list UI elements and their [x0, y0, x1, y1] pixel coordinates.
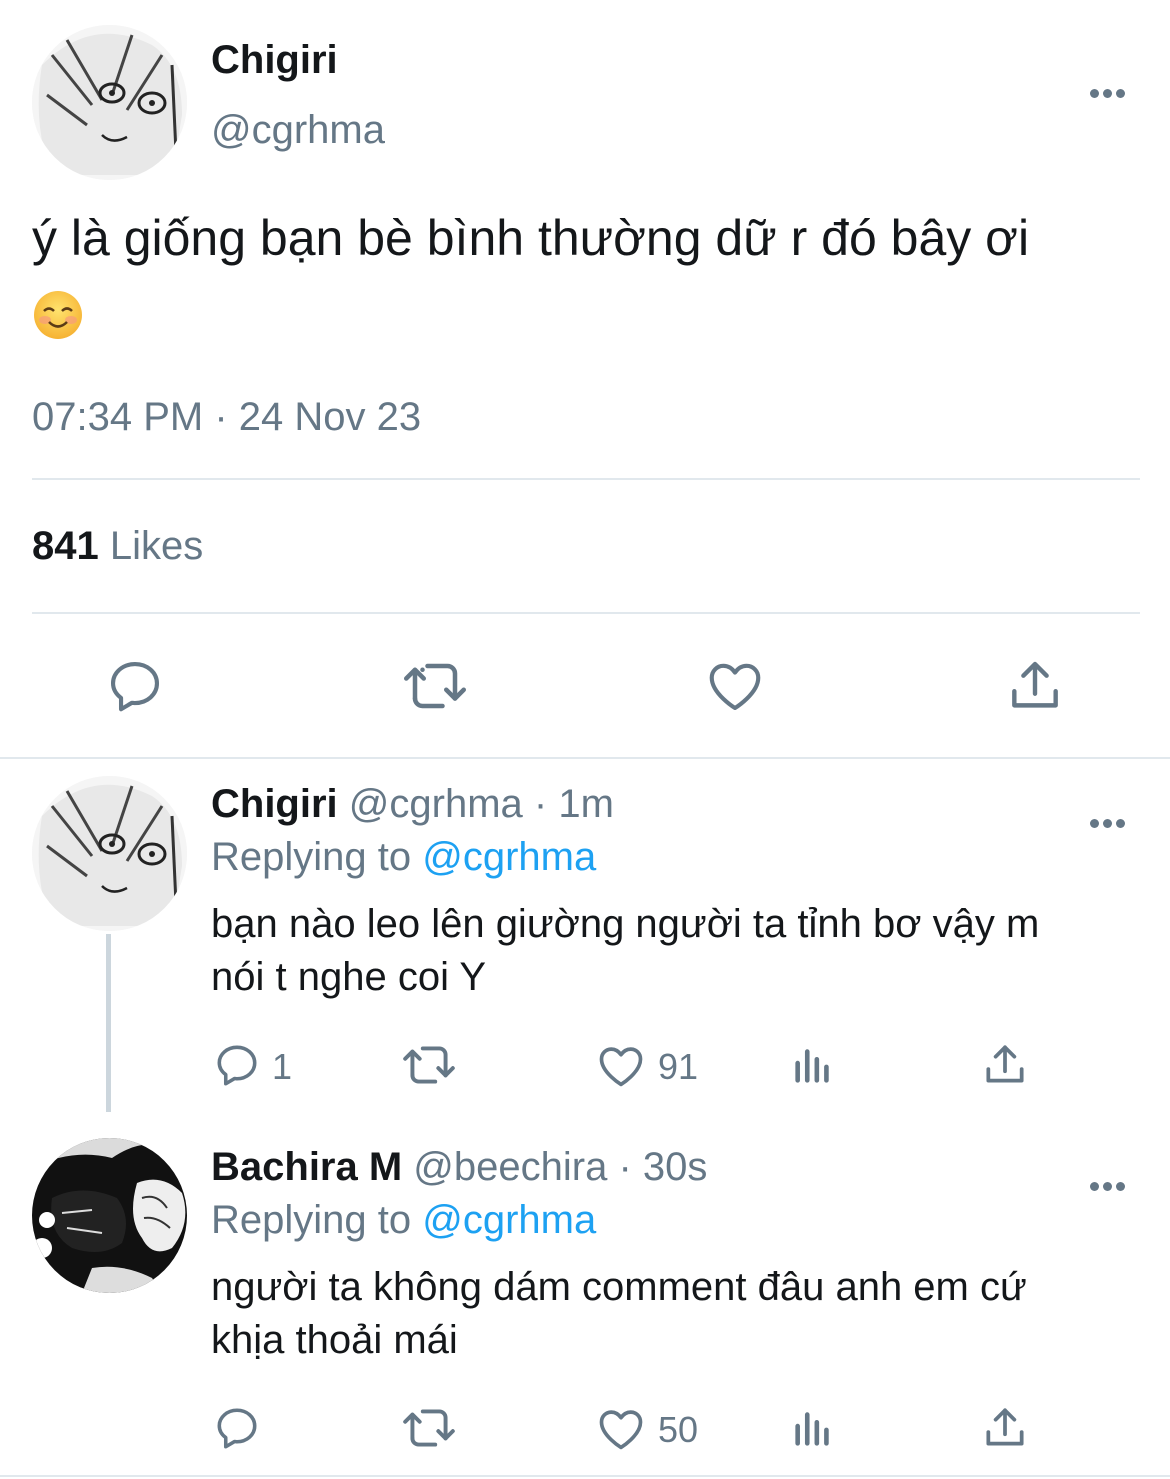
replying-mention[interactable]: @cgrhma	[422, 1198, 596, 1242]
author-name[interactable]: Chigiri	[211, 38, 338, 83]
reply-icon[interactable]	[104, 655, 166, 717]
reply-icon[interactable]	[212, 1403, 262, 1453]
share-icon[interactable]	[980, 1040, 1030, 1090]
tweet-body: ý là giống bạn bè bình thường dữ r đó bâ…	[32, 210, 1030, 266]
reply-text-line: nói t nghe coi Y	[211, 955, 487, 999]
more-icon[interactable]	[1088, 1161, 1127, 1197]
analytics-icon[interactable]	[790, 1042, 836, 1088]
reply-age[interactable]: 30s	[643, 1145, 708, 1189]
likes-summary[interactable]: 841 Likes	[32, 524, 203, 569]
more-icon[interactable]	[1088, 68, 1127, 104]
reply-author-handle[interactable]: @beechira	[413, 1145, 607, 1189]
timestamp-separator: ·	[214, 395, 228, 439]
replying-prefix: Replying to	[211, 1198, 412, 1242]
header-separator: ·	[533, 782, 548, 826]
divider	[32, 612, 1140, 614]
likes-count: 841	[32, 524, 99, 568]
like-icon[interactable]	[704, 655, 766, 717]
more-icon[interactable]	[1088, 798, 1127, 834]
likes-label: Likes	[109, 524, 204, 568]
reply-text: bạn nào leo lên giường người ta tỉnh bơ …	[211, 898, 1151, 1004]
tweet-date: 24 Nov 23	[238, 395, 422, 439]
reply-text-line: khịa thoải mái	[211, 1318, 458, 1362]
share-icon[interactable]	[1004, 655, 1066, 717]
header-separator: ·	[618, 1145, 632, 1189]
reply-avatar[interactable]	[32, 776, 187, 931]
analytics-icon[interactable]	[790, 1405, 836, 1451]
reply-text-line: bạn nào leo lên giường người ta tỉnh bơ …	[211, 902, 1040, 946]
reply-header: Bachira M @beechira · 30s	[211, 1145, 707, 1190]
retweet-icon[interactable]	[400, 1403, 458, 1453]
like-icon[interactable]	[595, 1403, 647, 1455]
section-divider	[0, 757, 1170, 759]
like-count: 91	[658, 1046, 699, 1087]
smiling-face-emoji	[34, 290, 82, 339]
reply-header: Chigiri @cgrhma · 1m	[211, 782, 614, 827]
replying-prefix: Replying to	[211, 835, 412, 879]
reply-icon[interactable]	[212, 1040, 262, 1090]
tweet-time: 07:34 PM	[32, 395, 204, 439]
reply-age[interactable]: 1m	[558, 782, 614, 826]
tweet-text: ý là giống bạn bè bình thường dữ r đó bâ…	[32, 200, 1152, 352]
thread-line	[106, 934, 111, 1112]
divider	[32, 478, 1140, 480]
like-icon[interactable]	[595, 1040, 647, 1092]
reply-author-name[interactable]: Chigiri	[211, 782, 338, 826]
retweet-icon[interactable]	[400, 1040, 458, 1090]
author-avatar[interactable]	[32, 25, 187, 180]
reply-avatar[interactable]	[32, 1138, 187, 1293]
retweet-icon[interactable]	[400, 656, 470, 716]
tweet-timestamp[interactable]: 07:34 PM · 24 Nov 23	[32, 395, 421, 440]
reply-text-line: người ta không dám comment đâu anh em cứ	[211, 1265, 1027, 1309]
replying-to: Replying to @cgrhma	[211, 1198, 596, 1243]
share-icon[interactable]	[980, 1403, 1030, 1453]
reply-count: 1	[272, 1046, 293, 1087]
author-handle[interactable]: @cgrhma	[211, 108, 385, 153]
replying-to: Replying to @cgrhma	[211, 835, 596, 880]
reply-author-handle[interactable]: @cgrhma	[349, 782, 523, 826]
like-count: 50	[658, 1409, 699, 1450]
replying-mention[interactable]: @cgrhma	[422, 835, 596, 879]
reply-text: người ta không dám comment đâu anh em cứ…	[211, 1261, 1151, 1367]
reply-author-name[interactable]: Bachira M	[211, 1145, 402, 1189]
bottom-divider	[0, 1475, 1170, 1477]
